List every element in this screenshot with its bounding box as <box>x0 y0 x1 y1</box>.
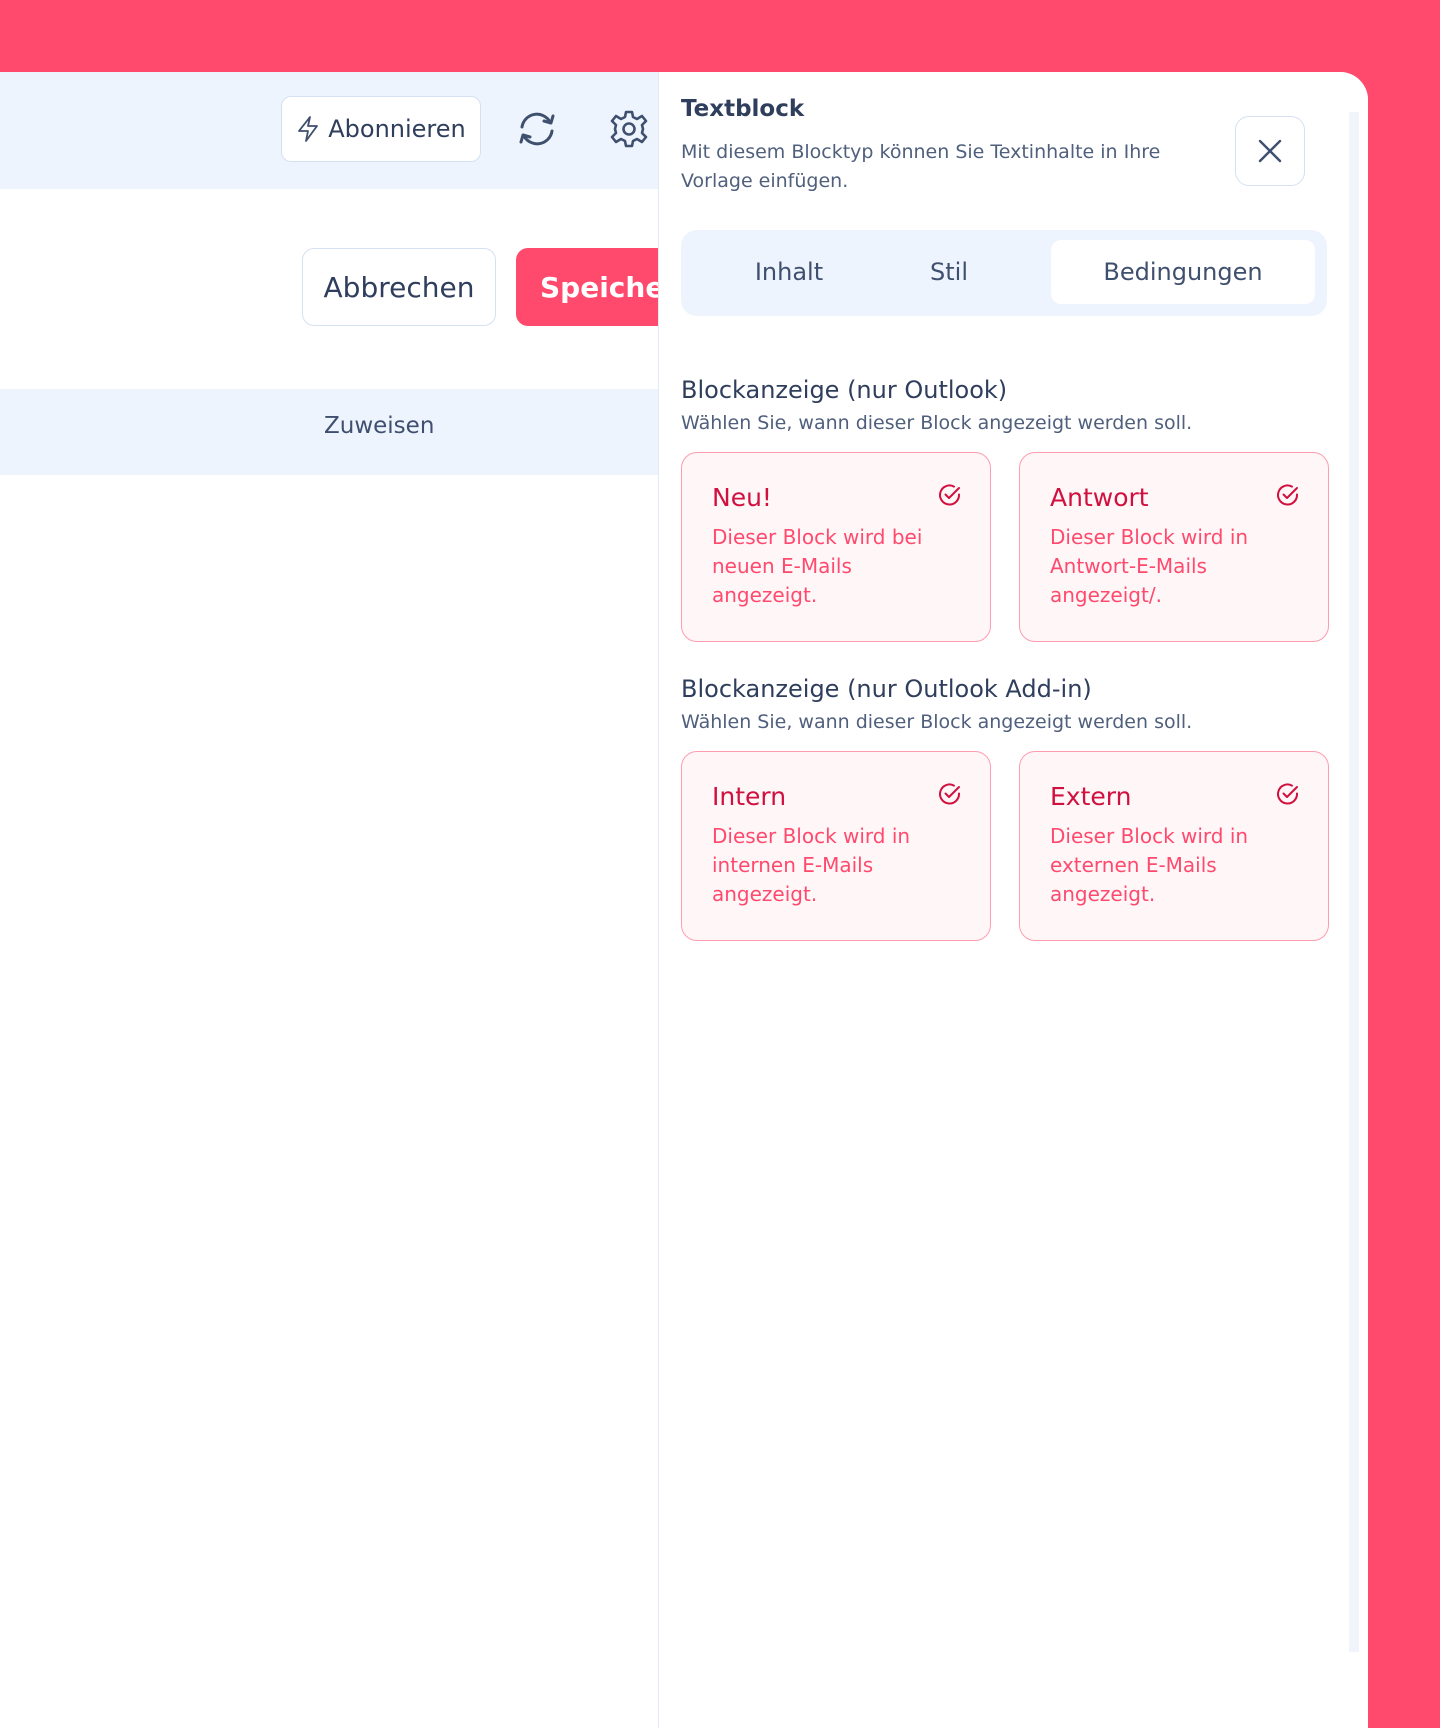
tab-inhalt[interactable]: Inhalt <box>701 240 877 304</box>
app-window: Abonnieren Abbrechen Speichern Zuweisen … <box>0 72 1368 1728</box>
section-title-outlook: Blockanzeige (nur Outlook) <box>681 376 1008 404</box>
section-title-addin: Blockanzeige (nur Outlook Add-in) <box>681 675 1092 703</box>
card-description: Dieser Block wird bei neuen E-Mails ange… <box>712 525 923 607</box>
panel-description: Mit diesem Blocktyp können Sie Textinhal… <box>681 141 1161 192</box>
panel-title: Textblock <box>681 96 805 122</box>
section-subtitle-outlook: Wählen Sie, wann dieser Block angezeigt … <box>681 412 1193 434</box>
card-description: Dieser Block wird in Antwort-E-Mails ang… <box>1050 525 1249 607</box>
subscribe-button[interactable]: Abonnieren <box>281 96 481 162</box>
condition-card-new[interactable]: Neu! Dieser Block wird bei neuen E-Mails… <box>681 452 991 642</box>
card-title: Neu! <box>712 483 772 512</box>
condition-card-external[interactable]: Extern Dieser Block wird in externen E-M… <box>1019 751 1329 941</box>
card-title: Antwort <box>1050 483 1149 512</box>
subscribe-label: Abonnieren <box>328 115 466 143</box>
assign-label[interactable]: Zuweisen <box>324 413 434 439</box>
card-description: Dieser Block wird in externen E-Mails an… <box>1050 824 1249 906</box>
save-button[interactable]: Speichern <box>516 248 666 326</box>
tab-stil[interactable]: Stil <box>877 240 1021 304</box>
card-title: Intern <box>712 782 787 811</box>
lightning-icon <box>296 116 320 142</box>
top-toolbar: Abonnieren <box>0 72 660 189</box>
card-title: Extern <box>1050 782 1132 811</box>
close-panel-button[interactable] <box>1235 116 1305 186</box>
check-circle-icon <box>1277 783 1299 805</box>
condition-card-internal[interactable]: Intern Dieser Block wird in internen E-M… <box>681 751 991 941</box>
close-icon <box>1258 139 1282 163</box>
textblock-side-panel: Textblock Mit diesem Blocktyp können Sie… <box>658 72 1368 1728</box>
panel-tabs: Inhalt Stil Bedingungen <box>681 230 1327 316</box>
gear-icon[interactable] <box>606 106 652 152</box>
condition-card-reply[interactable]: Antwort Dieser Block wird in Antwort-E-M… <box>1019 452 1329 642</box>
section-subtitle-addin: Wählen Sie, wann dieser Block angezeigt … <box>681 711 1193 733</box>
cancel-button[interactable]: Abbrechen <box>302 248 496 326</box>
tab-bedingungen[interactable]: Bedingungen <box>1051 240 1315 304</box>
panel-scrollbar-track[interactable] <box>1349 112 1359 1652</box>
card-description: Dieser Block wird in internen E-Mails an… <box>712 824 911 906</box>
sync-icon[interactable] <box>514 106 560 152</box>
check-circle-icon <box>939 783 961 805</box>
assign-bar: Zuweisen <box>0 389 660 475</box>
check-circle-icon <box>939 484 961 506</box>
check-circle-icon <box>1277 484 1299 506</box>
